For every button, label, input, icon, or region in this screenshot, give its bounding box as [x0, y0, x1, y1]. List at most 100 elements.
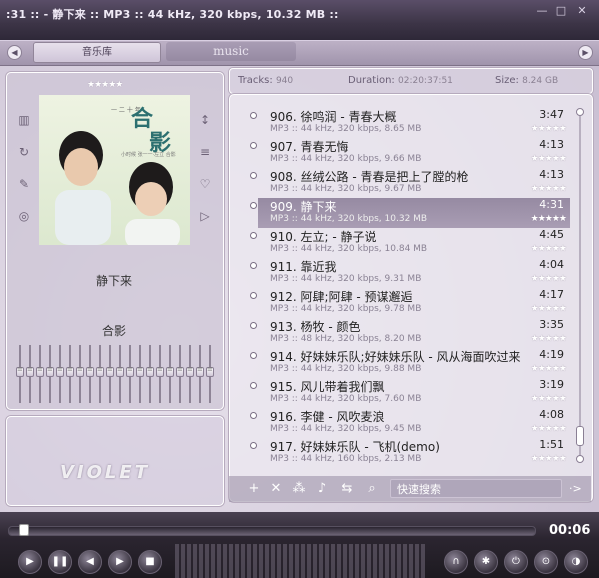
track-rating[interactable]: ★★★★★ — [531, 454, 567, 464]
eq-band[interactable] — [196, 345, 204, 403]
seek-knob[interactable] — [19, 524, 30, 536]
eq-band[interactable] — [56, 345, 64, 403]
eq-knob[interactable] — [66, 365, 74, 377]
playlist-row[interactable]: 908. 丝绒公路 - 青春是把上了膛的枪 4:13 MP3 :: 44 kHz, … — [250, 168, 570, 198]
scroll-down-icon[interactable] — [576, 455, 584, 463]
settings-icon[interactable]: ✱ — [474, 550, 498, 574]
tab-music[interactable]: music — [166, 42, 296, 61]
playlist-row[interactable]: 913. 杨牧 - 颜色 3:35 MP3 :: 48 kHz, 320 kbps,… — [250, 318, 570, 348]
track-rating[interactable]: ★★★★★ — [531, 124, 567, 134]
eq-band[interactable] — [26, 345, 34, 403]
eq-knob[interactable] — [96, 365, 104, 377]
eq-knob[interactable] — [116, 365, 124, 377]
eq-knob[interactable] — [136, 365, 144, 377]
eq-band[interactable] — [66, 345, 74, 403]
eq-band[interactable] — [146, 345, 154, 403]
track-rating[interactable]: ★★★★★ — [531, 394, 567, 404]
search-go-button[interactable]: ·> — [569, 482, 582, 495]
eq-knob[interactable] — [156, 365, 164, 377]
remove-icon[interactable]: ✕ — [269, 481, 283, 497]
scroll-thumb[interactable] — [576, 426, 584, 446]
eq-knob[interactable] — [196, 365, 204, 377]
group-icon[interactable]: ⁂ — [292, 481, 306, 497]
eq-knob[interactable] — [86, 365, 94, 377]
eq-band[interactable] — [176, 345, 184, 403]
eq-knob[interactable] — [76, 365, 84, 377]
playlist-row[interactable]: 915. 风儿带着我们飘 3:19 MP3 :: 44 kHz, 320 kbps,… — [250, 378, 570, 408]
mute-icon[interactable]: ◑ — [564, 550, 588, 574]
send-icon[interactable]: ▷ — [198, 209, 212, 223]
eq-band[interactable] — [136, 345, 144, 403]
tab-library[interactable]: 音乐库 — [33, 42, 161, 63]
eq-band[interactable] — [36, 345, 44, 403]
close-button[interactable]: ✕ — [575, 5, 589, 17]
equalizer[interactable] — [16, 345, 216, 403]
eq-band[interactable] — [46, 345, 54, 403]
add-icon[interactable]: + — [247, 481, 261, 497]
eq-knob[interactable] — [106, 365, 114, 377]
pause-button[interactable]: ❚❚ — [48, 550, 72, 574]
playlist-row[interactable]: 912. 阿肆;阿肆 - 预谋邂逅 4:17 MP3 :: 44 kHz, 320 … — [250, 288, 570, 318]
track-rating[interactable]: ★★★★★ — [531, 424, 567, 434]
heart-icon[interactable]: ♡ — [198, 177, 212, 191]
eq-band[interactable] — [106, 345, 114, 403]
scroll-up-icon[interactable] — [576, 108, 584, 116]
eq-knob[interactable] — [146, 365, 154, 377]
shuffle-icon[interactable]: ⇆ — [340, 481, 354, 497]
eq-knob[interactable] — [166, 365, 174, 377]
maximize-button[interactable]: □ — [554, 5, 568, 17]
eq-band[interactable] — [126, 345, 134, 403]
eq-knob[interactable] — [26, 365, 34, 377]
stop-button[interactable]: ■ — [138, 550, 162, 574]
track-rating[interactable]: ★★★★★ — [531, 214, 567, 224]
eq-band[interactable] — [206, 345, 214, 403]
playlist-row[interactable]: 911. 靠近我 4:04 MP3 :: 44 kHz, 320 kbps, 9.3… — [250, 258, 570, 288]
track-rating[interactable]: ★★★★★ — [531, 334, 567, 344]
eq-knob[interactable] — [206, 365, 214, 377]
previous-button[interactable]: ◀ — [78, 550, 102, 574]
sort-icon[interactable]: ↕ — [198, 113, 212, 127]
next-button[interactable]: ▶ — [108, 550, 132, 574]
nav-back-icon[interactable]: ◀ — [7, 45, 22, 60]
eq-band[interactable] — [156, 345, 164, 403]
seek-bar[interactable] — [8, 524, 536, 536]
playlist-row[interactable]: 910. 左立; - 静子说 4:45 MP3 :: 44 kHz, 320 kbp… — [250, 228, 570, 258]
eq-knob[interactable] — [56, 365, 64, 377]
eq-knob[interactable] — [126, 365, 134, 377]
playlist-row[interactable]: 914. 好妹妹乐队;好妹妹乐队 - 风从海面吹过来 4:19 MP3 :: 44 … — [250, 348, 570, 378]
wrench-icon[interactable]: ✎ — [17, 177, 31, 191]
power-icon[interactable]: ⏻ — [504, 550, 528, 574]
playlist-scrollbar[interactable] — [576, 108, 584, 463]
playlist-row[interactable]: 916. 李健 - 风吹麦浪 4:08 MP3 :: 44 kHz, 320 kbp… — [250, 408, 570, 438]
eq-band[interactable] — [86, 345, 94, 403]
track-rating[interactable]: ★★★★★ — [531, 154, 567, 164]
eq-band[interactable] — [186, 345, 194, 403]
nav-forward-icon[interactable]: ▶ — [578, 45, 593, 60]
download-icon[interactable]: ⊙ — [534, 550, 558, 574]
playlist-row[interactable]: 907. 青春无悔 4:13 MP3 :: 44 kHz, 320 kbps, 9.… — [250, 138, 570, 168]
headphones-icon[interactable]: ∩ — [444, 550, 468, 574]
track-rating[interactable]: ★★★★★ — [531, 304, 567, 314]
playlist-row[interactable]: 909. 静下来 4:31 MP3 :: 44 kHz, 320 kbps, 10.… — [250, 198, 570, 228]
eq-band[interactable] — [166, 345, 174, 403]
track-rating[interactable]: ★★★★★ — [531, 364, 567, 374]
equalizer-icon[interactable]: ▥ — [17, 113, 31, 127]
track-rating[interactable]: ★★★★★ — [531, 184, 567, 194]
repeat-icon[interactable]: ↻ — [17, 145, 31, 159]
now-playing-rating[interactable]: ★★★★★ — [87, 80, 123, 90]
eq-knob[interactable] — [176, 365, 184, 377]
play-button[interactable]: ▶ — [18, 550, 42, 574]
note-icon[interactable]: ♪ — [315, 481, 329, 497]
eq-band[interactable] — [116, 345, 124, 403]
minimize-button[interactable]: — — [535, 5, 549, 17]
search-icon[interactable]: ⌕ — [365, 481, 379, 497]
track-rating[interactable]: ★★★★★ — [531, 244, 567, 254]
eq-knob[interactable] — [36, 365, 44, 377]
playlist-row[interactable]: 917. 好妹妹乐队 - 飞机(demo) 1:51 MP3 :: 44 kHz, … — [250, 438, 570, 468]
disc-icon[interactable]: ◎ — [17, 209, 31, 223]
eq-knob[interactable] — [186, 365, 194, 377]
track-rating[interactable]: ★★★★★ — [531, 274, 567, 284]
eq-knob[interactable] — [46, 365, 54, 377]
search-input[interactable]: 快速搜索 — [390, 479, 562, 498]
eq-knob[interactable] — [16, 365, 24, 377]
